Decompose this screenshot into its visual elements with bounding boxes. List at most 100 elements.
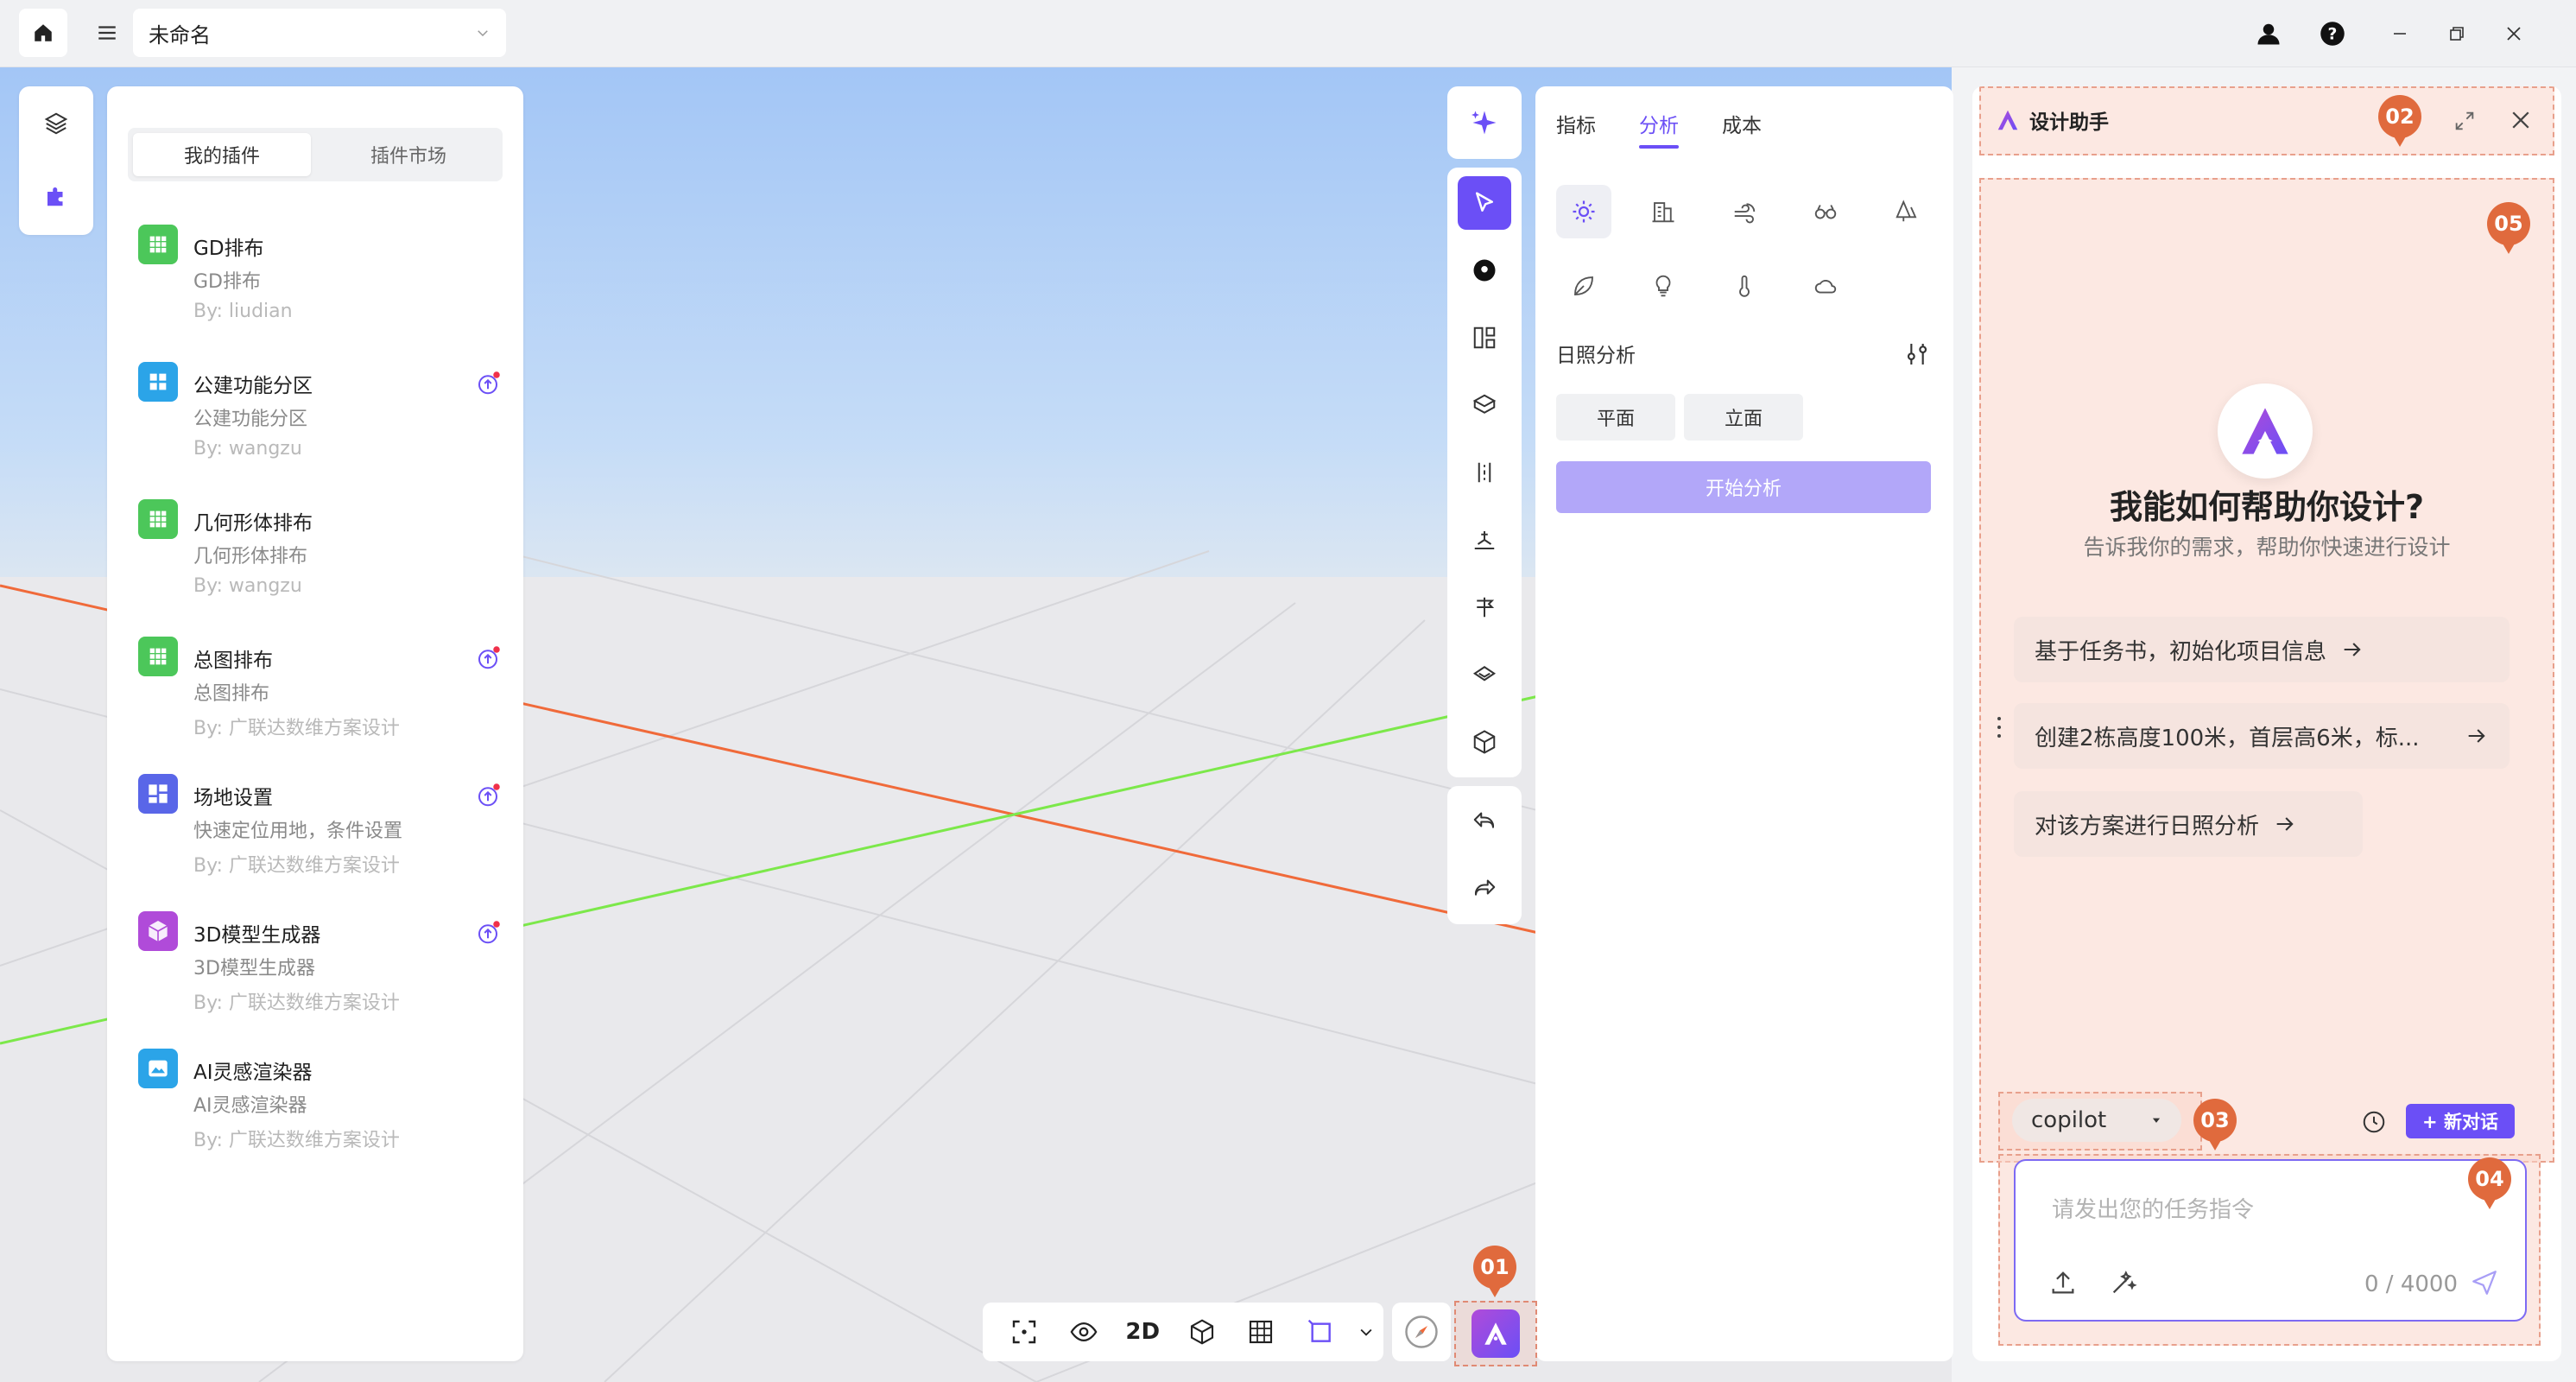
cube-layers-icon <box>1472 394 1497 414</box>
plugin-author: By: wangzu <box>193 575 302 597</box>
start-analysis-button[interactable]: 开始分析 <box>1556 461 1931 513</box>
plugin-name: AI灵感渲染器 <box>193 1062 313 1084</box>
building-analysis-button[interactable] <box>1636 185 1691 238</box>
plugin-author: By: 广联达数维方案设计 <box>193 1130 400 1151</box>
help-button[interactable]: ? <box>2314 16 2351 52</box>
plugin-site-settings[interactable]: 场地设置 快速定位用地，条件设置 By: 广联达数维方案设计 <box>138 774 501 895</box>
tab-indicators[interactable]: 指标 <box>1556 109 1596 149</box>
arrow-right-icon <box>2276 817 2294 831</box>
user-button[interactable] <box>2250 16 2287 52</box>
menu-button[interactable] <box>83 9 131 57</box>
magic-wand-icon[interactable] <box>2109 1268 2138 1297</box>
update-icon[interactable] <box>475 783 501 808</box>
plugin-icon <box>138 1049 178 1088</box>
redo-icon <box>1474 879 1496 896</box>
2d-view-button[interactable]: 2D <box>1113 1303 1172 1361</box>
road-tool[interactable] <box>1458 580 1511 634</box>
undo-button[interactable] <box>1458 793 1511 846</box>
plugin-description: AI灵感渲染器 <box>193 1095 307 1117</box>
plugin-logo-icon <box>149 373 167 390</box>
visibility-button[interactable] <box>1054 1303 1112 1361</box>
project-selector[interactable]: 未命名 <box>133 9 506 57</box>
minimize-button[interactable] <box>2382 16 2418 52</box>
volume-tool[interactable] <box>1458 378 1511 432</box>
tab-cost[interactable]: 成本 <box>1722 109 1762 149</box>
camera-view-button[interactable] <box>1290 1303 1349 1361</box>
climate-analysis-button[interactable] <box>1798 259 1853 313</box>
wind-analysis-button[interactable] <box>1717 185 1772 238</box>
plugin-gd-layout[interactable]: GD排布 GD排布 By: liudian <box>138 225 501 346</box>
update-icon[interactable] <box>475 371 501 396</box>
layout-tool[interactable] <box>1458 311 1511 365</box>
elevation-view-button[interactable]: 立面 <box>1684 394 1803 441</box>
location-pin-icon <box>1473 259 1496 282</box>
plugin-author: By: 广联达数维方案设计 <box>193 718 400 739</box>
model-selector[interactable]: copilot <box>2012 1099 2181 1142</box>
site-tool[interactable] <box>1458 513 1511 567</box>
suggestion-1[interactable]: 基于任务书，初始化项目信息 <box>2014 617 2510 682</box>
thermometer-icon <box>1739 275 1750 297</box>
plugins-button[interactable] <box>38 178 74 214</box>
redo-button[interactable] <box>1458 860 1511 914</box>
panel-resize-handle[interactable] <box>1995 715 2003 739</box>
lighting-analysis-button[interactable] <box>1636 259 1691 313</box>
expand-icon[interactable] <box>2453 109 2477 133</box>
new-chat-button[interactable]: + 新对话 <box>2406 1104 2515 1138</box>
plugin-description: 总图排布 <box>193 683 270 705</box>
plugin-icon <box>138 911 178 951</box>
settings-sliders-icon[interactable] <box>1903 340 1931 368</box>
close-button[interactable] <box>2496 16 2532 52</box>
plan-view-button[interactable]: 平面 <box>1556 394 1675 441</box>
chat-input-placeholder[interactable]: 请发出您的任务指令 <box>2052 1192 2254 1224</box>
tree-icon <box>1896 200 1917 222</box>
plane-tool[interactable] <box>1458 648 1511 701</box>
tab-plugin-market[interactable]: 插件市场 <box>320 133 497 176</box>
suggestion-3[interactable]: 对该方案进行日照分析 <box>2014 791 2363 857</box>
puzzle-icon <box>47 187 63 206</box>
plugin-name: 公建功能分区 <box>193 375 313 397</box>
plugin-description: 公建功能分区 <box>193 409 308 430</box>
sunlight-analysis-button[interactable] <box>1556 185 1611 238</box>
restore-button[interactable] <box>2439 16 2475 52</box>
suggestion-2[interactable]: 创建2栋高度100米，首层高6米，标... <box>2014 703 2510 769</box>
thermal-analysis-button[interactable] <box>1717 259 1772 313</box>
model-tool[interactable] <box>1458 715 1511 769</box>
plugin-logo-icon <box>149 648 167 665</box>
home-button[interactable] <box>19 9 67 57</box>
view-dropdown-button[interactable] <box>1350 1303 1383 1361</box>
plugin-ai-render[interactable]: AI灵感渲染器 AI灵感渲染器 By: 广联达数维方案设计 <box>138 1049 501 1170</box>
3d-view-button[interactable] <box>1172 1303 1231 1361</box>
ai-assistant-toggle-wrapper <box>1454 1301 1537 1366</box>
perspective-icon <box>1307 1319 1331 1342</box>
ai-assistant-toggle[interactable] <box>1472 1309 1520 1358</box>
plugin-name: 3D模型生成器 <box>193 924 321 947</box>
tab-analysis[interactable]: 分析 <box>1639 109 1679 149</box>
ai-magic-button[interactable] <box>1447 86 1522 159</box>
send-icon[interactable] <box>2470 1268 2499 1297</box>
compass-button[interactable] <box>1392 1303 1451 1361</box>
upload-icon[interactable] <box>2048 1268 2078 1297</box>
location-tool[interactable] <box>1458 244 1511 297</box>
plugin-public-zoning[interactable]: 公建功能分区 公建功能分区 By: wangzu <box>138 362 501 483</box>
close-icon[interactable] <box>2508 107 2534 133</box>
view-analysis-button[interactable] <box>1798 185 1853 238</box>
update-icon[interactable] <box>475 645 501 671</box>
plugin-site-plan[interactable]: 总图排布 总图排布 By: 广联达数维方案设计 <box>138 637 501 758</box>
minimize-icon <box>2394 33 2406 35</box>
energy-analysis-button[interactable] <box>1556 259 1611 313</box>
focus-button[interactable] <box>995 1303 1054 1361</box>
plugin-3d-generator[interactable]: 3D模型生成器 3D模型生成器 By: 广联达数维方案设计 <box>138 911 501 1032</box>
noise-analysis-button[interactable] <box>1879 185 1934 238</box>
plugin-geometry-layout[interactable]: 几何形体排布 几何形体排布 By: wangzu <box>138 499 501 620</box>
eye-icon <box>1070 1322 1098 1342</box>
history-icon[interactable] <box>2361 1109 2387 1135</box>
select-tool[interactable] <box>1458 176 1511 230</box>
arrow-right-icon <box>2468 729 2485 743</box>
plugin-icon <box>138 499 178 539</box>
tab-my-plugins[interactable]: 我的插件 <box>133 133 311 176</box>
grid-button[interactable] <box>1231 1303 1290 1361</box>
layers-button[interactable] <box>38 105 74 142</box>
chat-input-box[interactable]: 请发出您的任务指令 0 / 4000 <box>2014 1159 2527 1322</box>
divide-tool[interactable] <box>1458 446 1511 499</box>
update-icon[interactable] <box>475 920 501 946</box>
